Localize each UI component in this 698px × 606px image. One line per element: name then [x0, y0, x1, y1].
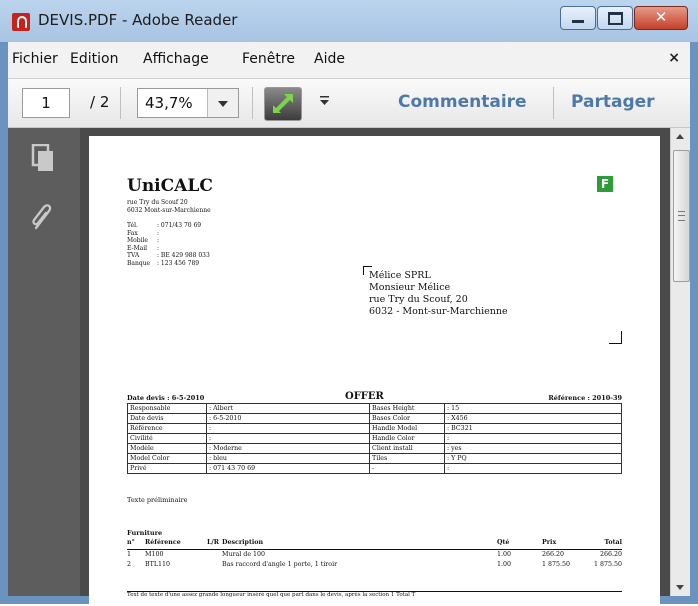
scrollbar-thumb[interactable] — [673, 150, 690, 282]
expand-icon — [273, 94, 293, 113]
attachments-icon[interactable] — [30, 202, 56, 232]
table-row: 2 BTL110 Bas raccord d'angle 1 porte, 1 … — [127, 561, 622, 568]
offer-title: OFFER — [345, 391, 384, 402]
page-total: / 2 — [90, 93, 110, 111]
company-address: rue Try du Scouf 20 6032 Mont-sur-Marchi… — [127, 199, 211, 214]
table-row: Model Color: bleu Tiles: Y PQ — [127, 453, 622, 464]
company-contact: Tél.: 071/43 70 69 Fax: Mobile: E-Mail: … — [127, 222, 210, 267]
page-number-input[interactable]: 1 — [22, 88, 70, 118]
toolbar-separator — [252, 87, 253, 119]
fit-page-button[interactable] — [264, 87, 302, 121]
offer-reference: Référence : 2010-39 — [548, 394, 622, 402]
document-view: UniCALC rue Try du Scouf 20 6032 Mont-su… — [8, 128, 690, 606]
furniture-title: Furniture — [127, 529, 163, 537]
close-icon: ✕ — [654, 8, 668, 26]
chevron-down-icon[interactable] — [207, 89, 238, 117]
toolbar-separator — [553, 87, 554, 119]
title-bar[interactable]: DEVIS.PDF - Adobe Reader ✕ — [0, 0, 698, 42]
table-row: Civilité: Handle Color: — [127, 433, 622, 444]
menu-edition[interactable]: Edition — [70, 51, 118, 67]
offer-header: Date devis : 6-5-2010 OFFER Référence : … — [127, 391, 622, 403]
furniture-header: n° Référence L/R Description Qté Prix To… — [127, 539, 622, 550]
scroll-down-arrow-icon[interactable] — [671, 579, 690, 596]
menu-fichier[interactable]: Fichier — [12, 51, 58, 67]
company-logo-icon: F — [597, 176, 613, 192]
menu-affichage[interactable]: Affichage — [143, 51, 209, 67]
table-row: 1 M100 Mural de 100 1.00 266.20 266.20 — [127, 551, 622, 558]
table-row: Référence: Handle Model: BC321 — [127, 423, 622, 434]
scroll-up-arrow-icon[interactable] — [671, 128, 690, 145]
address-bracket — [609, 331, 622, 344]
toolbar: 1 / 2 43,7% Commentaire Partager — [8, 79, 690, 128]
menu-aide[interactable]: Aide — [314, 51, 345, 67]
navigation-pane — [8, 128, 80, 596]
pages-icon[interactable] — [30, 143, 56, 174]
company-name: UniCALC — [127, 176, 213, 196]
menu-fenetre[interactable]: Fenêtre — [242, 51, 295, 67]
adobe-reader-icon — [12, 13, 30, 31]
table-row: Modèle: Moderne Client install: yes — [127, 443, 622, 454]
maximize-button[interactable] — [597, 6, 633, 30]
zoom-select[interactable]: 43,7% — [137, 88, 239, 118]
table-row: Responsable: Albert Bases Height: 15 — [127, 403, 622, 414]
adobe-reader-window: DEVIS.PDF - Adobe Reader ✕ Fichier Editi… — [0, 0, 698, 606]
comment-button[interactable]: Commentaire — [398, 92, 527, 112]
more-tools-icon[interactable] — [318, 93, 332, 107]
table-row: Privé: 071 43 70 69-: — [127, 463, 622, 474]
offer-date: Date devis : 6-5-2010 — [127, 394, 205, 402]
minimize-button[interactable] — [560, 6, 596, 30]
window-title: DEVIS.PDF - Adobe Reader — [38, 11, 238, 29]
menu-bar: Fichier Edition Affichage Fenêtre Aide × — [8, 42, 690, 79]
close-document-icon[interactable]: × — [668, 50, 680, 66]
preliminary-text: Texte préliminaire — [127, 496, 188, 504]
recipient-address: Mélice SPRL Monsieur Mélice rue Try du S… — [369, 270, 508, 317]
pdf-page: UniCALC rue Try du Scouf 20 6032 Mont-su… — [89, 136, 660, 606]
share-button[interactable]: Partager — [571, 92, 655, 112]
footer-text: Text de texte d'une assez grande longueu… — [127, 591, 622, 598]
close-window-button[interactable]: ✕ — [634, 6, 688, 30]
toolbar-separator — [120, 87, 121, 119]
offer-info-table: Responsable: Albert Bases Height: 15 Date… — [127, 403, 622, 474]
grip-icon — [678, 211, 685, 221]
zoom-value: 43,7% — [145, 94, 193, 112]
vertical-scrollbar[interactable] — [670, 128, 690, 596]
table-row: Date devis: 6-5-2010 Bases Color: X456 — [127, 413, 622, 424]
document-area[interactable]: UniCALC rue Try du Scouf 20 6032 Mont-su… — [80, 128, 671, 606]
